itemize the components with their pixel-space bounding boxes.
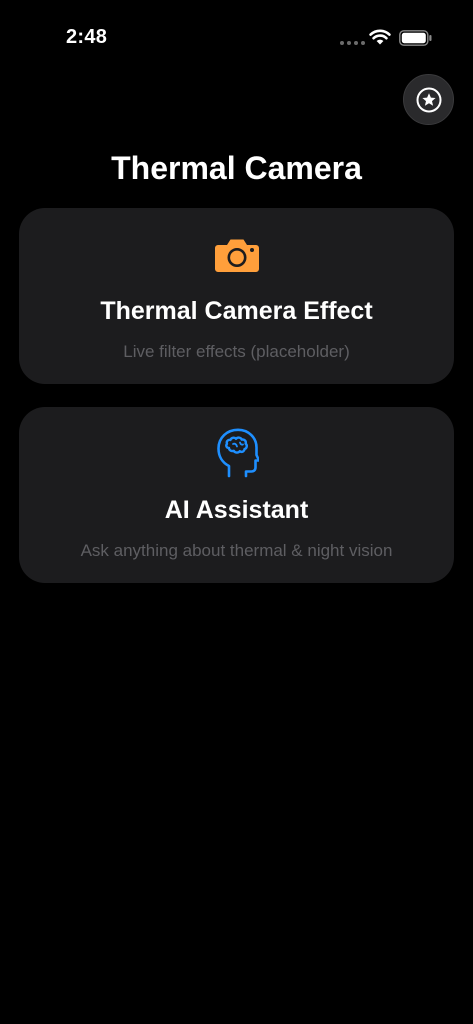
star-circle-icon xyxy=(416,87,441,112)
ai-assistant-card[interactable]: AI Assistant Ask anything about thermal … xyxy=(19,407,454,583)
thermal-camera-effect-card[interactable]: Thermal Camera Effect Live filter effect… xyxy=(19,208,454,384)
page-title: Thermal Camera xyxy=(111,150,362,186)
app-screen: 2:48 Thermal Camera Thermal Camera Effec… xyxy=(0,0,473,1024)
cellular-signal-icon xyxy=(340,41,365,45)
favorites-button[interactable] xyxy=(403,74,454,125)
card-subtitle: Live filter effects (placeholder) xyxy=(123,342,350,361)
battery-icon xyxy=(399,30,432,46)
card-title: AI Assistant xyxy=(164,496,309,524)
status-time: 2:48 xyxy=(66,26,108,48)
status-bar: 2:48 xyxy=(0,0,473,60)
brain-head-icon xyxy=(216,428,259,478)
card-title: Thermal Camera Effect xyxy=(100,297,373,325)
camera-icon xyxy=(214,239,259,272)
card-subtitle: Ask anything about thermal & night visio… xyxy=(80,541,393,560)
wifi-icon xyxy=(369,29,391,45)
